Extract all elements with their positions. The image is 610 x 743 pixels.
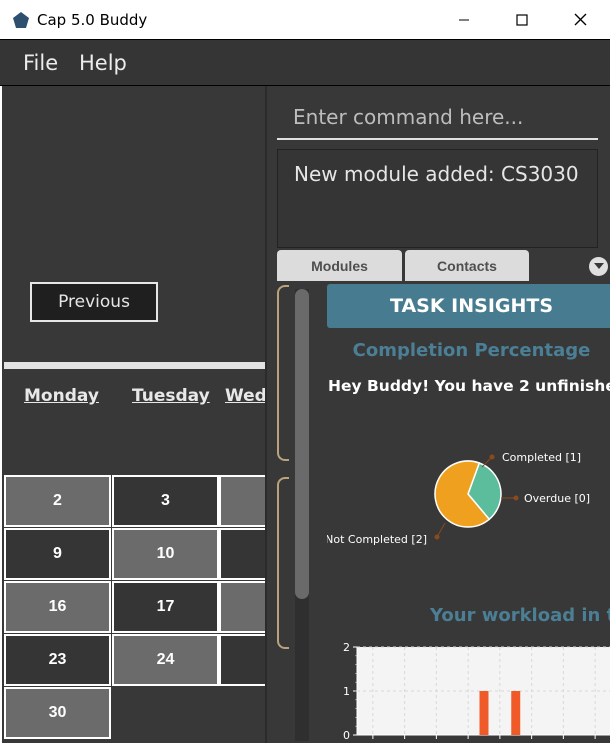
- close-icon: [574, 13, 586, 26]
- result-display: New module added: CS3030: [277, 149, 598, 248]
- day-header-wednesday: Wed: [225, 386, 265, 406]
- calendar-day[interactable]: 23: [4, 634, 111, 686]
- calendar-day[interactable]: 2: [4, 475, 111, 527]
- workload-bar: [479, 691, 489, 735]
- minimize-icon: [459, 19, 469, 20]
- menu-bar: File Help: [0, 39, 610, 86]
- tab-content: TASK INSIGHTS Completion Percentage Hey …: [275, 281, 610, 743]
- scrollbar-thumb[interactable]: [295, 289, 309, 599]
- workload-title: Your workload in th: [430, 605, 610, 626]
- greeting-text: Hey Buddy! You have 2 unfinished...: [328, 377, 610, 395]
- list-card-bracket: [277, 477, 289, 649]
- calendar-day[interactable]: 30: [4, 687, 111, 739]
- calendar-day[interactable]: 17: [112, 581, 219, 633]
- app-window: Cap 5.0 Buddy File Help Previous Monday …: [0, 0, 610, 743]
- calendar-pane: Previous Monday Tuesday Wed 2 3 9 10 16 …: [2, 86, 265, 743]
- maximize-icon: [516, 13, 528, 26]
- window-title: Cap 5.0 Buddy: [37, 11, 148, 29]
- pie-label-line: [481, 456, 493, 468]
- calendar-day[interactable]: [219, 634, 265, 686]
- right-pane: New module added: CS3030 Modules Contact…: [267, 86, 610, 743]
- y-tick-label: 2: [343, 643, 350, 654]
- pie-label: Completed [1]: [502, 451, 581, 464]
- calendar-day[interactable]: 10: [112, 528, 219, 580]
- menu-file[interactable]: File: [23, 51, 58, 75]
- tab-contacts[interactable]: Contacts: [405, 250, 529, 281]
- calendar-day[interactable]: 9: [4, 528, 111, 580]
- workload-bar: [511, 691, 521, 735]
- title-bar: Cap 5.0 Buddy: [0, 0, 610, 39]
- calendar-day[interactable]: [219, 581, 265, 633]
- chevron-down-icon: [593, 263, 604, 269]
- minimize-button[interactable]: [435, 0, 493, 39]
- pentagon-app-icon: [13, 12, 29, 28]
- completion-pie-chart: Completed [1] Overdue [0] Not Completed [2…: [327, 451, 590, 546]
- calendar-day[interactable]: 24: [112, 634, 219, 686]
- pie-label: Not Completed [2]: [327, 533, 427, 546]
- completion-title: Completion Percentage: [352, 340, 591, 361]
- day-header-tuesday: Tuesday: [132, 386, 210, 406]
- calendar-day[interactable]: [219, 475, 265, 527]
- result-text: New module added: CS3030: [294, 162, 579, 186]
- previous-button[interactable]: Previous: [30, 282, 158, 322]
- menu-help[interactable]: Help: [79, 51, 127, 75]
- command-input[interactable]: [277, 96, 598, 140]
- pie-label: Overdue [0]: [524, 492, 590, 505]
- list-card-bracket: [277, 285, 289, 461]
- task-insights-button[interactable]: TASK INSIGHTS: [327, 284, 610, 328]
- pie-label-line: [436, 522, 446, 538]
- day-header-monday: Monday: [24, 386, 99, 406]
- calendar-divider: [4, 362, 265, 369]
- calendar-day[interactable]: 3: [112, 475, 219, 527]
- workload-bar-chart: 0 1 2: [343, 643, 610, 742]
- tab-modules[interactable]: Modules: [277, 250, 402, 281]
- close-button[interactable]: [551, 0, 609, 39]
- y-tick-label: 0: [343, 729, 350, 742]
- maximize-button[interactable]: [493, 0, 551, 39]
- tab-dropdown-button[interactable]: [589, 257, 608, 276]
- y-tick-label: 1: [343, 685, 350, 698]
- calendar-day[interactable]: 16: [4, 581, 111, 633]
- calendar-day[interactable]: [219, 528, 265, 580]
